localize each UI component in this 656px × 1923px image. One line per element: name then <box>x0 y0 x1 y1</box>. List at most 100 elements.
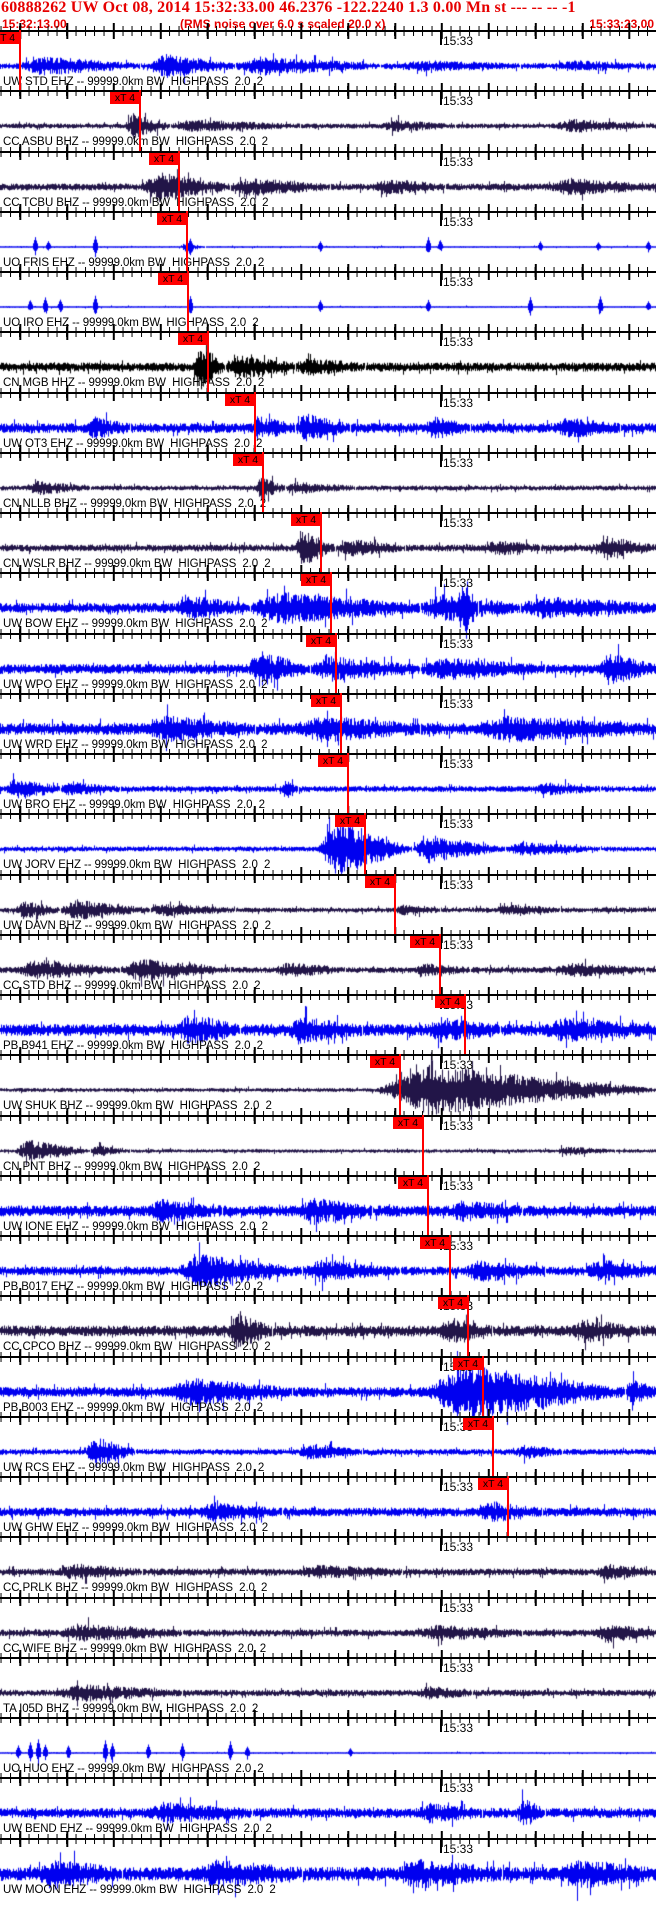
minute-tick <box>440 1598 442 1612</box>
band-separator-line <box>0 150 656 153</box>
minute-time-label: 15:33 <box>443 757 474 772</box>
band-separator-line <box>0 30 656 32</box>
minute-tick <box>440 1839 442 1853</box>
phase-pick-flag[interactable]: xT 4 <box>0 32 20 44</box>
station-channel-label[interactable]: UW GHW EHZ -- 99999.0km BW HIGHPASS 2.0 … <box>3 1522 268 1534</box>
band-separator-line <box>0 813 656 816</box>
band-separator-line <box>0 1536 656 1539</box>
station-channel-label[interactable]: UW MOON EHZ -- 99999.0km BW HIGHPASS 2.0… <box>3 1884 276 1896</box>
phase-pick-flag[interactable]: xT 4 <box>149 152 179 165</box>
station-channel-label[interactable]: UW IONE EHZ -- 99999.0km BW HIGHPASS 2.0… <box>3 1221 268 1233</box>
minute-time-label: 15:33 <box>443 1480 474 1495</box>
band-separator-line <box>0 1656 656 1659</box>
station-channel-label[interactable]: PB B003 EHZ -- 99999.0km BW HIGHPASS 2.0… <box>3 1402 263 1414</box>
minute-time-label: 15:33 <box>443 1178 474 1193</box>
minute-tick <box>440 453 442 467</box>
minute-time-label: 15:33 <box>443 1660 474 1675</box>
minute-time-label: 15:33 <box>443 937 474 952</box>
station-channel-label[interactable]: CC ASBU BHZ -- 99999.0km BW HIGHPASS 2.0… <box>3 136 268 148</box>
phase-pick-flag[interactable]: xT 4 <box>301 574 331 587</box>
phase-pick-flag[interactable]: xT 4 <box>335 815 365 828</box>
minute-time-label: 15:33 <box>443 1058 474 1073</box>
phase-pick-flag[interactable]: xT 4 <box>225 393 255 406</box>
minute-time-label: 15:33 <box>443 576 474 591</box>
station-channel-label[interactable]: CC CPCO BHZ -- 99999.0km BW HIGHPASS 2.0… <box>3 1341 271 1353</box>
minute-tick <box>440 1176 442 1190</box>
station-channel-label[interactable]: CN PNT BHZ -- 99999.0km BW HIGHPASS 2.0 … <box>3 1161 260 1173</box>
phase-pick-flag[interactable]: xT 4 <box>463 1417 493 1430</box>
minute-tick <box>440 212 442 226</box>
station-channel-label[interactable]: UW DAVN BHZ -- 99999.0km BW HIGHPASS 2.0… <box>3 920 271 932</box>
phase-pick-flag[interactable]: xT 4 <box>453 1357 483 1370</box>
minute-time-label: 15:33 <box>443 877 474 892</box>
phase-pick-flag[interactable]: xT 4 <box>365 875 395 888</box>
band-separator-line <box>0 1295 656 1298</box>
band-separator-line <box>0 271 656 274</box>
minute-tick <box>440 393 442 407</box>
station-channel-label[interactable]: CN NLLB BHZ -- 99999.0km BW HIGHPASS 2.0… <box>3 498 266 510</box>
minute-tick <box>440 875 442 889</box>
phase-pick-flag[interactable]: xT 4 <box>291 514 321 527</box>
station-channel-label[interactable]: UO FRIS EHZ -- 99999.0km BW HIGHPASS 2.0… <box>3 257 264 269</box>
station-channel-label[interactable]: CC PRLK BHZ -- 99999.0km BW HIGHPASS 2.0… <box>3 1582 267 1594</box>
station-channel-label[interactable]: CN WSLR BHZ -- 99999.0km BW HIGHPASS 2.0… <box>3 558 271 570</box>
band-separator-line <box>0 90 656 93</box>
phase-pick-flag[interactable]: xT 4 <box>306 634 336 647</box>
station-channel-label[interactable]: UW BOW EHZ -- 99999.0km BW HIGHPASS 2.0 … <box>3 618 268 630</box>
station-channel-label[interactable]: PB B941 EHZ -- 99999.0km BW HIGHPASS 2.0… <box>3 1040 263 1052</box>
phase-pick-flag[interactable]: xT 4 <box>178 333 208 346</box>
trace-band-uw-moon-ehz[interactable]: 15:33 UW MOON EHZ -- 99999.0km BW HIGHPA… <box>0 1813 656 1923</box>
phase-pick-flag[interactable]: xT 4 <box>110 92 140 105</box>
phase-pick-flag[interactable]: xT 4 <box>370 1056 400 1069</box>
minute-tick <box>440 694 442 708</box>
station-channel-label[interactable]: CC WIFE BHZ -- 99999.0km BW HIGHPASS 2.0… <box>3 1643 266 1655</box>
phase-pick-flag[interactable]: xT 4 <box>393 1116 423 1129</box>
band-separator-line <box>0 1235 656 1238</box>
phase-pick-flag[interactable]: xT 4 <box>233 453 263 466</box>
station-channel-label[interactable]: CC TCBU BHZ -- 99999.0km BW HIGHPASS 2.0… <box>3 197 269 209</box>
band-separator-line <box>0 1114 656 1117</box>
phase-pick-flag[interactable]: xT 4 <box>158 273 188 286</box>
minute-tick <box>440 1116 442 1130</box>
band-separator-line <box>0 1717 656 1720</box>
band-separator-line <box>0 1476 656 1479</box>
minute-tick <box>440 1719 442 1733</box>
band-separator-line <box>0 1355 656 1358</box>
minute-time-label: 15:33 <box>443 696 474 711</box>
station-channel-label[interactable]: UO HUO EHZ -- 99999.0km BW HIGHPASS 2.0 … <box>3 1763 264 1775</box>
station-channel-label[interactable]: UW STD EHZ -- 99999.0km BW HIGHPASS 2.0 … <box>3 76 263 88</box>
station-channel-label[interactable]: CN MGB HHZ -- 99999.0km BW HIGHPASS 2.0 … <box>3 377 264 389</box>
station-channel-label[interactable]: UW RCS EHZ -- 99999.0km BW HIGHPASS 2.0 … <box>3 1462 264 1474</box>
phase-pick-flag[interactable]: xT 4 <box>478 1478 508 1491</box>
minute-time-label: 15:33 <box>443 1600 474 1615</box>
station-channel-label[interactable]: PB B017 EHZ -- 99999.0km BW HIGHPASS 2.0… <box>3 1281 263 1293</box>
band-separator-line <box>0 1174 656 1177</box>
minute-tick <box>440 634 442 648</box>
phase-pick-flag[interactable]: xT 4 <box>420 1237 450 1250</box>
station-channel-label[interactable]: UW OT3 EHZ -- 99999.0km BW HIGHPASS 2.0 … <box>3 438 262 450</box>
minute-tick <box>440 755 442 769</box>
minute-time-label: 15:33 <box>443 335 474 350</box>
minute-tick <box>440 152 442 166</box>
station-channel-label[interactable]: UO IRO EHZ -- 99999.0km BW HIGHPASS 2.0 … <box>3 317 259 329</box>
phase-pick-flag[interactable]: xT 4 <box>410 935 440 948</box>
phase-pick-flag[interactable]: xT 4 <box>438 1297 468 1310</box>
phase-pick-flag[interactable]: xT 4 <box>157 212 187 225</box>
station-channel-label[interactable]: TA I05D BHZ -- 99999.0km BW HIGHPASS 2.0… <box>3 1703 258 1715</box>
phase-pick-flag[interactable]: xT 4 <box>398 1176 428 1189</box>
station-channel-label[interactable]: UW SHUK BHZ -- 99999.0km BW HIGHPASS 2.0… <box>3 1100 272 1112</box>
phase-pick-flag[interactable]: xT 4 <box>435 996 465 1009</box>
station-channel-label[interactable]: CC STD BHZ -- 99999.0km BW HIGHPASS 2.0 … <box>3 980 261 992</box>
minute-time-label: 15:33 <box>443 636 474 651</box>
minute-tick <box>440 333 442 347</box>
minute-time-label: 15:33 <box>443 817 474 832</box>
station-channel-label[interactable]: UW WRD EHZ -- 99999.0km BW HIGHPASS 2.0 … <box>3 739 268 751</box>
station-channel-label[interactable]: UW BEND EHZ -- 99999.0km BW HIGHPASS 2.0… <box>3 1823 272 1835</box>
band-separator-line <box>0 331 656 334</box>
station-channel-label[interactable]: UW WPO EHZ -- 99999.0km BW HIGHPASS 2.0 … <box>3 679 268 691</box>
phase-pick-flag[interactable]: xT 4 <box>318 755 348 768</box>
station-channel-label[interactable]: UW JORV EHZ -- 99999.0km BW HIGHPASS 2.0… <box>3 859 270 871</box>
phase-pick-flag[interactable]: xT 4 <box>311 694 341 707</box>
minute-tick <box>440 92 442 106</box>
station-channel-label[interactable]: UW BRO EHZ -- 99999.0km BW HIGHPASS 2.0 … <box>3 799 265 811</box>
